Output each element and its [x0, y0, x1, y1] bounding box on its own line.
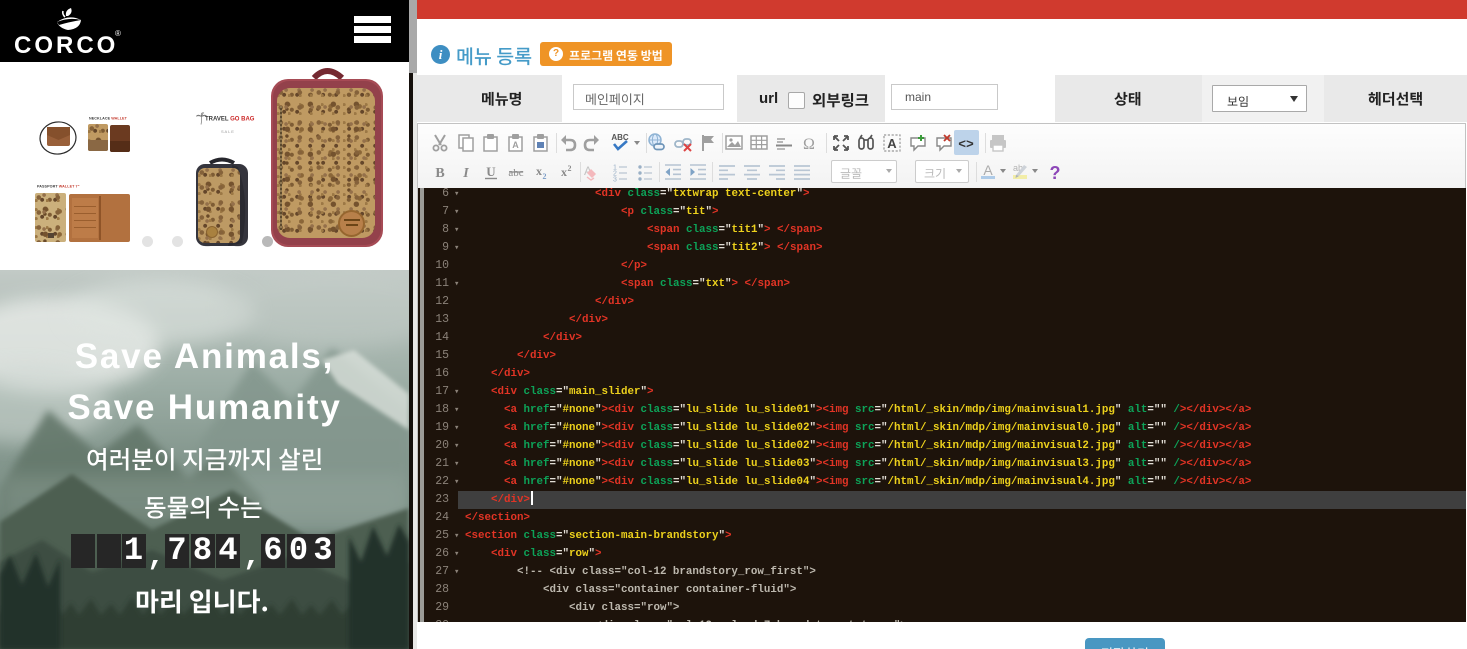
svg-text:B: B [435, 166, 444, 181]
svg-text:abc: abc [508, 167, 523, 179]
svg-text:A: A [512, 140, 519, 150]
svg-text:2: 2 [543, 172, 547, 181]
svg-text:x: x [561, 165, 567, 179]
svg-text:I: I [462, 166, 469, 181]
svg-text:x: x [536, 164, 542, 178]
svg-text:U: U [486, 164, 496, 179]
svg-text:<>: <> [958, 137, 974, 152]
svg-text:A: A [887, 136, 897, 151]
svg-text:2: 2 [568, 164, 572, 173]
svg-text:Ω: Ω [803, 136, 815, 153]
svg-text:A: A [983, 162, 993, 178]
svg-text:?: ? [1050, 163, 1061, 183]
svg-text:3: 3 [613, 177, 617, 184]
